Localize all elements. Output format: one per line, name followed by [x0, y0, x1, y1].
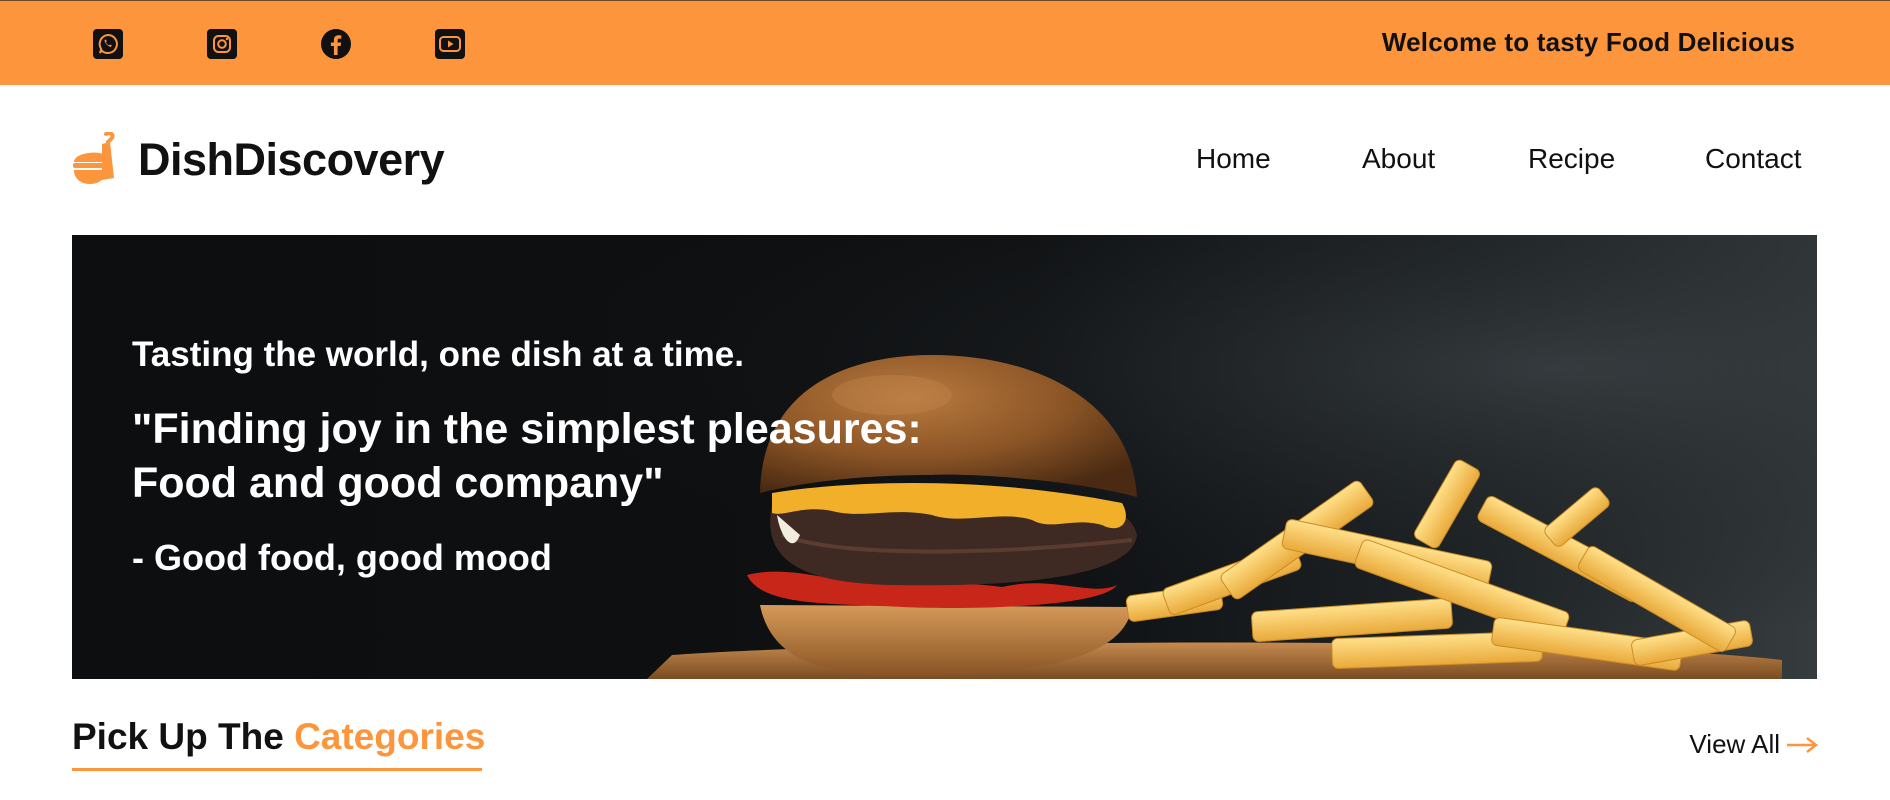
- food-bowl-icon: [73, 132, 115, 184]
- nav-recipe[interactable]: Recipe: [1528, 143, 1615, 175]
- youtube-icon[interactable]: [434, 28, 466, 60]
- nav-home[interactable]: Home: [1196, 143, 1271, 175]
- hero-quote-line-2: Food and good company": [132, 459, 664, 507]
- arrow-right-icon: [1787, 736, 1818, 753]
- categories-heading: Pick Up The Categories: [72, 716, 485, 758]
- top-bar: Welcome to tasty Food Delicious: [0, 0, 1890, 85]
- hero-signature: - Good food, good mood: [132, 537, 552, 578]
- hero-quote-line-1: "Finding joy in the simplest pleasures:: [132, 405, 922, 453]
- brand-name: DishDiscovery: [138, 134, 445, 185]
- hero-banner: Tasting the world, one dish at a time. "…: [72, 235, 1817, 679]
- burger-and-fries-photo: [72, 235, 1817, 679]
- hero-tagline: Tasting the world, one dish at a time.: [132, 335, 744, 374]
- categories-heading-prefix: Pick Up The: [72, 716, 284, 757]
- facebook-icon[interactable]: [320, 28, 352, 60]
- categories-underline: [72, 768, 482, 771]
- nav-contact[interactable]: Contact: [1705, 143, 1802, 175]
- categories-heading-accent: Categories: [294, 716, 486, 757]
- whatsapp-icon[interactable]: [92, 28, 124, 60]
- brand-logo[interactable]: DishDiscovery: [72, 132, 445, 188]
- welcome-text: Welcome to tasty Food Delicious: [1381, 27, 1795, 57]
- instagram-icon[interactable]: [206, 28, 238, 60]
- nav-about[interactable]: About: [1362, 143, 1435, 175]
- view-all-label: View All: [1689, 729, 1780, 759]
- view-all-link[interactable]: View All: [1689, 729, 1818, 760]
